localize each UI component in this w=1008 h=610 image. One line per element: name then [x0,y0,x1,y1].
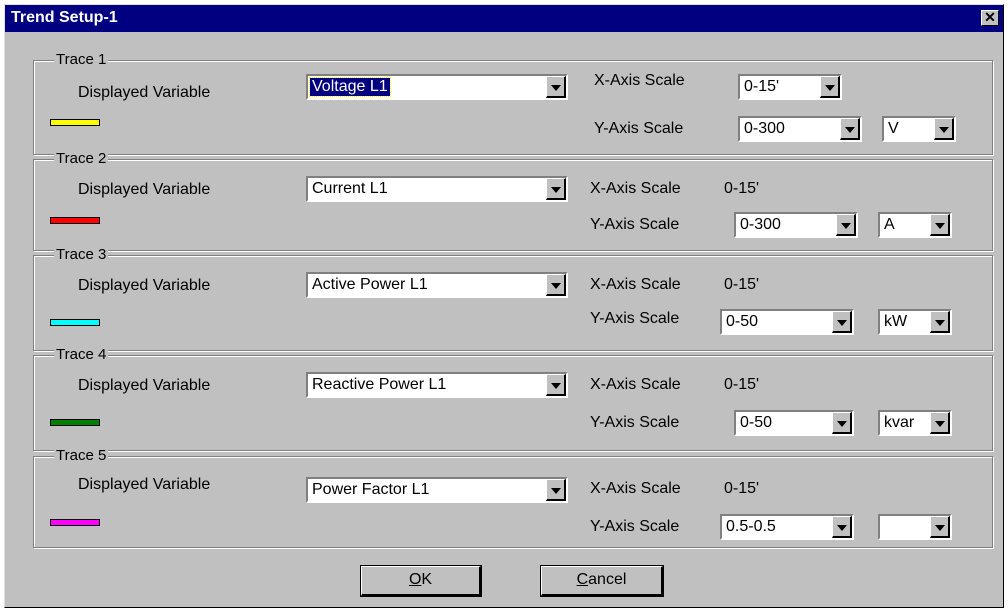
trace-3-variable-label: Displayed Variable [78,277,211,294]
trace-1-variable-label: Displayed Variable [78,84,211,101]
trace-2-x-axis-value: 0-15' [724,180,760,197]
trace-3-variable-value: Active Power L1 [312,276,428,293]
trace-4-y-axis-select[interactable]: 0-50 [734,410,854,436]
trend-setup-dialog: Trend Setup-1 ✕ Trace 1 Displayed Variab… [4,4,1004,608]
chevron-down-icon[interactable] [832,311,852,333]
chevron-down-icon[interactable] [836,214,856,236]
trace-1-x-axis-select[interactable]: 0-15' [738,74,842,100]
trace-1-x-axis-label: X-Axis Scale [594,72,685,89]
chevron-down-icon[interactable] [934,118,954,140]
trace-2-y-axis-label: Y-Axis Scale [590,216,680,233]
trace-2-y-axis-value: 0-300 [740,216,781,233]
chevron-down-icon[interactable] [840,118,860,140]
trace-3-variable-select[interactable]: Active Power L1 [306,272,568,298]
trace-5-variable-label: Displayed Variable [78,476,211,493]
trace-4-y-axis-value: 0-50 [740,414,773,431]
chevron-down-icon[interactable] [546,374,566,396]
chevron-down-icon[interactable] [930,516,950,538]
trace-3-y-axis-select[interactable]: 0-50 [720,309,854,335]
trace-4-y-axis-label: Y-Axis Scale [590,414,680,431]
trace-2-unit-value: A [884,216,895,233]
trace-3-y-axis-value: 0-50 [726,313,759,330]
trace-1-legend: Trace 1 [54,51,109,69]
trace-3-color-swatch[interactable] [50,319,100,326]
title-bar[interactable]: Trend Setup-1 ✕ [5,5,1003,32]
cancel-mnemonic: C [576,571,589,588]
cancel-label-rest: ancel [588,571,627,588]
trace-4-unit-value: kvar [884,414,915,431]
trace-1-variable-select[interactable]: Voltage L1 [306,74,568,100]
trace-4-variable-value: Reactive Power L1 [312,376,447,393]
close-icon: ✕ [984,9,996,25]
trace-2-legend: Trace 2 [54,150,109,168]
close-button[interactable]: ✕ [981,10,999,26]
trace-2-variable-select[interactable]: Current L1 [306,176,568,202]
trace-5-y-axis-label: Y-Axis Scale [590,518,680,535]
trace-1-unit-value: V [888,120,899,137]
trace-1-unit-select[interactable]: V [882,116,956,142]
trace-1-y-axis-value: 0-300 [744,120,785,137]
trace-5-x-axis-label: X-Axis Scale [590,480,681,497]
window-title: Trend Setup-1 [11,9,118,26]
trace-5-color-swatch[interactable] [50,519,100,526]
trace-4-x-axis-label: X-Axis Scale [590,376,681,393]
trace-5-y-axis-value: 0.5-0.5 [726,518,776,535]
trace-5-legend: Trace 5 [54,447,109,465]
trace-5-variable-value: Power Factor L1 [312,481,430,498]
trace-1-y-axis-select[interactable]: 0-300 [738,116,862,142]
trace-4-group: Trace 4 Displayed Variable Reactive Powe… [33,346,993,451]
trace-4-color-swatch[interactable] [50,419,100,426]
cancel-button[interactable]: Cancel [541,566,663,596]
trace-3-y-axis-label: Y-Axis Scale [590,310,680,327]
chevron-down-icon[interactable] [930,311,950,333]
trace-4-legend: Trace 4 [54,346,109,364]
ok-button[interactable]: OK [361,566,481,596]
trace-3-unit-select[interactable]: kW [878,309,952,335]
trace-2-color-swatch[interactable] [50,217,100,224]
trace-3-x-axis-label: X-Axis Scale [590,276,681,293]
trace-4-variable-select[interactable]: Reactive Power L1 [306,372,568,398]
chevron-down-icon[interactable] [930,214,950,236]
chevron-down-icon[interactable] [820,76,840,98]
trace-1-y-axis-label: Y-Axis Scale [594,120,684,137]
chevron-down-icon[interactable] [832,516,852,538]
trace-2-group: Trace 2 Displayed Variable Current L1 X-… [33,150,993,251]
chevron-down-icon[interactable] [546,479,566,501]
trace-1-group: Trace 1 Displayed Variable Voltage L1 X-… [33,51,993,155]
trace-4-variable-label: Displayed Variable [78,377,211,394]
chevron-down-icon[interactable] [546,274,566,296]
ok-mnemonic: O [408,571,422,588]
trace-5-x-axis-value: 0-15' [724,480,760,497]
trace-1-color-swatch[interactable] [50,119,100,126]
trace-5-group: Trace 5 Displayed Variable Power Factor … [33,447,993,548]
trace-2-unit-select[interactable]: A [878,212,952,238]
trace-4-unit-select[interactable]: kvar [878,410,952,436]
trace-3-legend: Trace 3 [54,246,109,264]
trace-2-x-axis-label: X-Axis Scale [590,180,681,197]
chevron-down-icon[interactable] [546,178,566,200]
trace-1-x-axis-value: 0-15' [744,78,780,95]
trace-2-variable-value: Current L1 [312,180,388,197]
trace-3-group: Trace 3 Displayed Variable Active Power … [33,246,993,351]
chevron-down-icon[interactable] [832,412,852,434]
trace-4-x-axis-value: 0-15' [724,376,760,393]
trace-2-y-axis-select[interactable]: 0-300 [734,212,858,238]
trace-5-variable-select[interactable]: Power Factor L1 [306,477,568,503]
ok-label-rest: K [421,571,433,588]
trace-5-unit-select[interactable] [878,514,952,540]
trace-1-variable-value: Voltage L1 [309,77,391,97]
trace-5-y-axis-select[interactable]: 0.5-0.5 [720,514,854,540]
chevron-down-icon[interactable] [930,412,950,434]
trace-2-variable-label: Displayed Variable [78,181,211,198]
trace-3-unit-value: kW [884,313,908,330]
trace-3-x-axis-value: 0-15' [724,276,760,293]
chevron-down-icon[interactable] [546,76,566,98]
